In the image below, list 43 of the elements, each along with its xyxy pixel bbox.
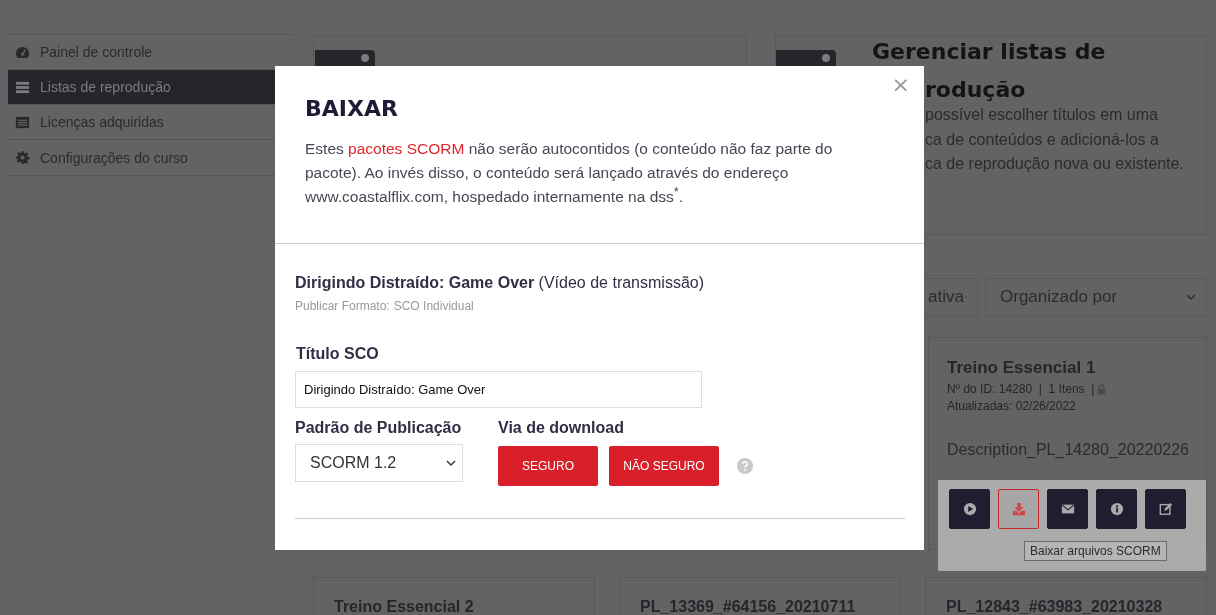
- sco-title-field[interactable]: Dirigindo Distraído: Game Over: [295, 371, 702, 408]
- settings-icon: [15, 150, 30, 165]
- info-button[interactable]: [1096, 489, 1137, 529]
- field-label: Título SCO: [296, 345, 380, 363]
- format-label: Publicar Formato:: [295, 299, 390, 313]
- download-icon: [1011, 502, 1026, 516]
- info-icon: [1109, 502, 1124, 516]
- card-text: possível escolher títulos em uma: [925, 105, 1158, 125]
- playlist-title: PL_13369_#64156_20210711: [640, 598, 856, 615]
- download-option-button[interactable]: NÃO SEGURO: [609, 446, 719, 486]
- standard-select[interactable]: SCORM 1.2: [295, 444, 463, 482]
- card-text: ca de reprodução nova ou existente.: [925, 154, 1184, 174]
- edit-icon: [1158, 502, 1173, 516]
- email-button[interactable]: [1047, 489, 1088, 529]
- envelope-icon: [1060, 502, 1075, 516]
- playlist-title: Treino Essencial 1: [947, 358, 1097, 378]
- tooltip: Baixar arquivos SCORM: [1024, 541, 1167, 561]
- play-icon: [962, 502, 977, 516]
- field-label: Padrão de Publicação: [295, 419, 463, 437]
- list-alt-icon: [15, 114, 30, 130]
- dialog-description: Estes pacotes SCORM não serão autocontidos (o conteúdo não faz parte do pacote). Ao invés disso, o conteúdo será lançado através do endereço www.coastalflix.com, hospedado internamente na dss$^{*}$.: [305, 139, 834, 207]
- playlist-description: Description_PL_14280_20220226: [947, 441, 1188, 459]
- filter-select[interactable]: Organizado por: [985, 278, 1207, 316]
- playlist-meta: Nº do ID: 14280 | 1 Itens |: [947, 382, 1095, 396]
- field-label: Via de download: [498, 419, 625, 437]
- playlist-title: Treino Essencial 2: [334, 598, 474, 615]
- card-text: ca de conteúdos e adicioná-los a: [925, 129, 1159, 150]
- play-button[interactable]: [949, 489, 990, 529]
- card-title: rodução: [925, 77, 1026, 103]
- playlist-title: PL_12843_#63983_20210328: [946, 598, 1163, 615]
- list-icon: [15, 79, 30, 95]
- download-option-button[interactable]: SEGURO: [498, 446, 598, 486]
- chevron-down-icon: [1186, 294, 1196, 300]
- close-button[interactable]: ×: [889, 74, 912, 96]
- dashboard-icon: [15, 44, 30, 60]
- updated-date: Atualizadas: 02/26/2022: [947, 399, 1077, 413]
- item-title: Dirigindo Distraído: Game Over (Vídeo de transmissão): [295, 274, 705, 292]
- chevron-down-icon: [446, 460, 456, 466]
- card-title: Gerenciar listas de: [872, 39, 1106, 65]
- dialog-title: BAIXAR: [305, 96, 399, 121]
- scorm-link[interactable]: pacotes SCORM: [348, 140, 465, 157]
- format-value: SCO Individual: [393, 299, 474, 313]
- edit-button[interactable]: [1145, 489, 1186, 529]
